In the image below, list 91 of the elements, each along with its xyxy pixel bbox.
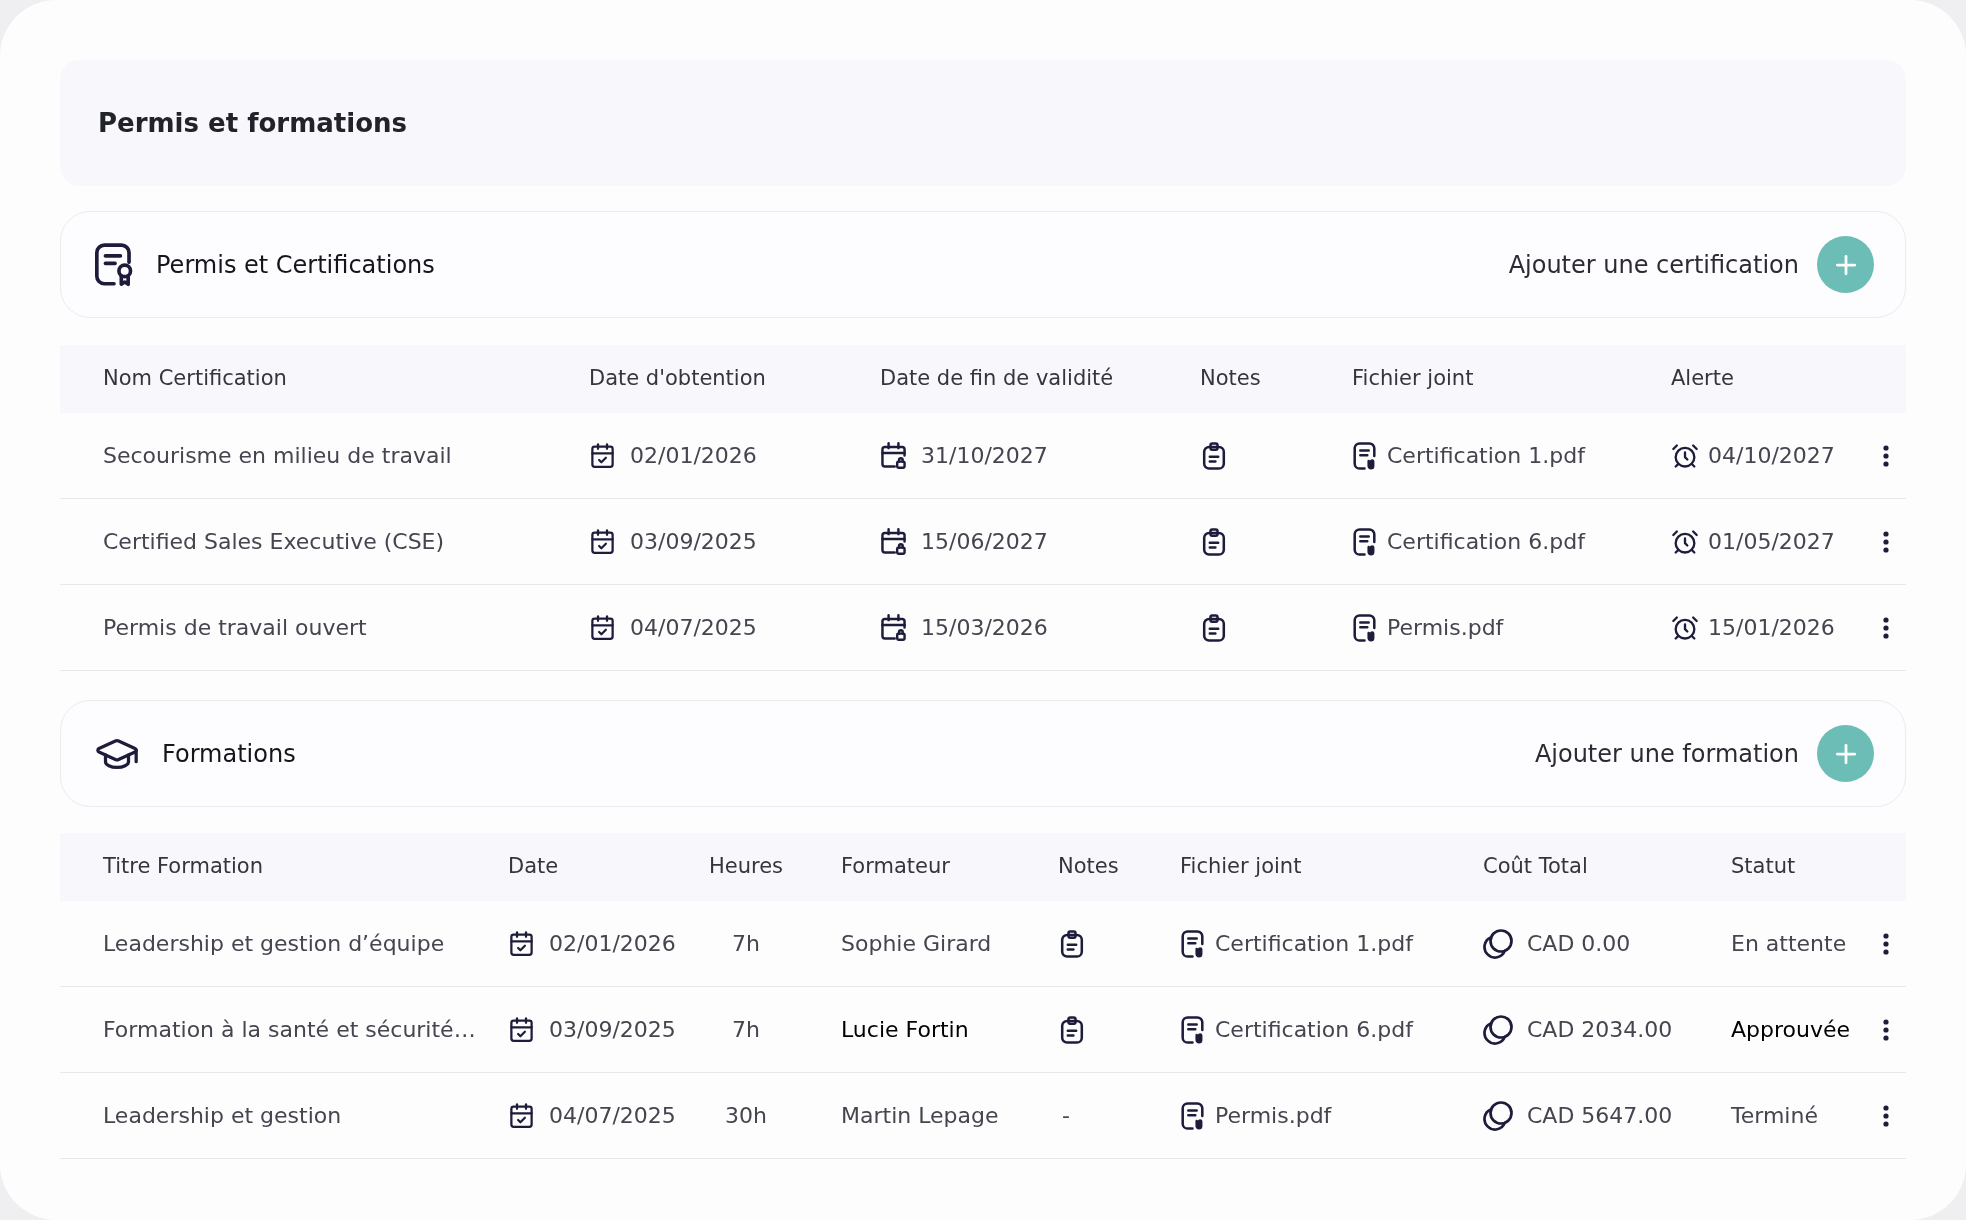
table-cell-text: 02/01/2026 — [630, 442, 757, 470]
kebab-icon — [1883, 1104, 1889, 1127]
calendar-check-icon — [508, 1102, 535, 1129]
clipboard-icon[interactable] — [1060, 1015, 1084, 1044]
kebab-icon — [1883, 1018, 1889, 1041]
file-clip-icon — [1180, 929, 1205, 958]
file-name: Certification 6.pdf — [1387, 528, 1585, 556]
table-cell-text: 15/01/2026 — [1708, 614, 1835, 642]
table-cell-text: Permis de travail ouvert — [103, 614, 367, 642]
column-header: Fichier joint — [1180, 854, 1302, 879]
table-cell-text: Certified Sales Executive (CSE) — [103, 528, 445, 556]
calendar-check-icon — [508, 1016, 535, 1043]
file-name: Permis.pdf — [1215, 1102, 1332, 1130]
clipboard-icon[interactable] — [1202, 527, 1226, 556]
clipboard-icon[interactable] — [1202, 613, 1226, 642]
table-cell-text: 01/05/2027 — [1708, 528, 1835, 556]
plus-icon — [1817, 236, 1874, 293]
clipboard-icon[interactable] — [1202, 441, 1226, 470]
calendar-lock-icon — [880, 528, 907, 555]
page-title: Permis et formations — [98, 106, 407, 140]
table-cell: En attente — [1731, 931, 1847, 956]
coins-icon — [1483, 1014, 1513, 1045]
column-header: Notes — [1200, 365, 1261, 393]
table-cell-text: 15/03/2026 — [921, 614, 1048, 642]
table-cell-text: 30h — [724, 1102, 768, 1130]
table-cell-text: 03/09/2025 — [630, 528, 757, 556]
column-header: Date d'obtention — [589, 365, 766, 393]
file-name: Certification 1.pdf — [1387, 442, 1585, 470]
table-cell-text: 04/07/2025 — [549, 1102, 676, 1130]
column-header: Statut — [1731, 854, 1796, 879]
alarm-clock-icon — [1671, 613, 1699, 642]
file-clip-icon — [1352, 441, 1377, 470]
table-cell-text: 7h — [731, 1016, 761, 1044]
column-header: Formateur — [841, 854, 950, 879]
add-formation-button[interactable]: Ajouter une formation — [1534, 725, 1874, 782]
column-header: Titre Formation — [103, 854, 263, 879]
calendar-check-icon — [589, 614, 616, 641]
file-clip-icon — [1352, 613, 1377, 642]
file-clip-icon — [1180, 1015, 1205, 1044]
table-cell-text: Secourisme en milieu de travail — [103, 442, 452, 470]
section-title: Formations — [162, 738, 296, 770]
kebab-icon — [1883, 444, 1889, 467]
file-name: Certification 6.pdf — [1215, 1016, 1413, 1044]
column-header: Nom Certification — [103, 365, 287, 393]
calendar-check-icon — [508, 930, 535, 957]
table-cell-text: Leadership et gestion d’équipe — [103, 930, 445, 958]
column-header: Date — [508, 854, 559, 879]
table-cell-text: 03/09/2025 — [549, 1016, 676, 1044]
coins-icon — [1483, 928, 1513, 959]
plus-icon — [1817, 725, 1874, 782]
column-header: Fichier joint — [1352, 365, 1474, 393]
calendar-check-icon — [589, 442, 616, 469]
section-title: Permis et Certifications — [156, 249, 435, 281]
table-cell: Approuvée — [1731, 1017, 1851, 1042]
file-name: Permis.pdf — [1387, 614, 1504, 642]
table-cell-text: 04/07/2025 — [630, 614, 757, 642]
table-cell: Terminé — [1731, 1103, 1818, 1128]
table-cell-text: CAD 5647.00 — [1527, 1102, 1673, 1130]
table-cell: Sophie Girard — [841, 931, 992, 956]
column-header: Alerte — [1671, 365, 1734, 393]
table-cell-text: CAD 0.00 — [1527, 930, 1631, 958]
column-header: Notes — [1058, 854, 1119, 879]
file-name: Certification 1.pdf — [1215, 930, 1413, 958]
table-cell-text: 15/06/2027 — [921, 528, 1048, 556]
column-header: Date de fin de validité — [880, 365, 1114, 393]
table-cell-text: 04/10/2027 — [1708, 442, 1835, 470]
file-clip-icon — [1352, 527, 1377, 556]
alarm-clock-icon — [1671, 527, 1699, 556]
calendar-lock-icon — [880, 614, 907, 641]
table-cell-text: CAD 2034.00 — [1527, 1016, 1673, 1044]
file-clip-icon — [1180, 1101, 1205, 1130]
table-cell-text: Leadership et gestion — [103, 1102, 342, 1130]
column-header: Heures — [707, 853, 785, 881]
table-cell-text: Formation à la santé et sécurité… — [103, 1016, 476, 1044]
table-cell-text: 31/10/2027 — [921, 442, 1048, 470]
calendar-check-icon — [589, 528, 616, 555]
kebab-icon — [1883, 616, 1889, 639]
kebab-icon — [1883, 932, 1889, 955]
add-certification-button[interactable]: Ajouter une certification — [1508, 236, 1874, 293]
column-header: Coût Total — [1483, 854, 1588, 879]
table-cell: Lucie Fortin — [841, 1017, 969, 1042]
coins-icon — [1483, 1100, 1513, 1131]
calendar-lock-icon — [880, 442, 907, 469]
kebab-icon — [1883, 530, 1889, 553]
table-cell-text: - — [1061, 1102, 1070, 1130]
clipboard-icon[interactable] — [1060, 929, 1084, 958]
alarm-clock-icon — [1671, 441, 1699, 470]
table-cell: Martin Lepage — [841, 1103, 999, 1128]
certificate-icon — [94, 242, 134, 287]
table-cell-text: 7h — [731, 930, 761, 958]
table-cell-text: 02/01/2026 — [549, 930, 676, 958]
